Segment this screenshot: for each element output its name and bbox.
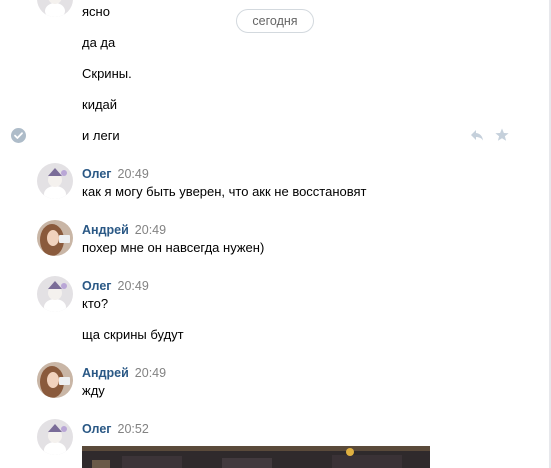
author-name[interactable]: Олег: [82, 422, 112, 436]
message-text: и леги: [82, 128, 120, 143]
author-name[interactable]: Олег: [82, 167, 112, 181]
message-text: похер мне он навсегда нужен): [82, 240, 265, 255]
avatar[interactable]: [37, 362, 73, 398]
message-time[interactable]: 20:49: [118, 167, 149, 181]
message-text: да да: [82, 35, 116, 50]
avatar[interactable]: [37, 0, 73, 17]
image-attachment[interactable]: [82, 446, 430, 468]
message-author: Олег 20:52: [82, 422, 149, 436]
avatar[interactable]: [37, 220, 73, 256]
author-name[interactable]: Андрей: [82, 366, 129, 380]
message-time[interactable]: 20:49: [135, 366, 166, 380]
check-circle-icon: [11, 128, 26, 143]
message-author: Андрей 20:49: [82, 223, 166, 237]
avatar[interactable]: [37, 419, 73, 455]
author-name[interactable]: Олег: [82, 279, 112, 293]
message-text: кидай: [82, 97, 118, 112]
message-time[interactable]: 20:49: [118, 279, 149, 293]
message-time[interactable]: 20:52: [118, 422, 149, 436]
author-name[interactable]: Андрей: [82, 223, 129, 237]
message-text: ясно: [82, 4, 110, 19]
message-text: кто?: [82, 296, 109, 311]
message-text: жду: [82, 383, 105, 398]
avatar[interactable]: [37, 163, 73, 199]
message-text: Скрины.: [82, 66, 132, 81]
reply-icon[interactable]: [469, 127, 485, 143]
message-author: Олег 20:49: [82, 167, 149, 181]
message-time[interactable]: 20:49: [135, 223, 166, 237]
avatar[interactable]: [37, 276, 73, 312]
star-icon[interactable]: [494, 127, 510, 143]
message-text: ща скрины будут: [82, 327, 184, 342]
date-divider[interactable]: сегодня: [236, 9, 314, 33]
message-author: Андрей 20:49: [82, 366, 166, 380]
message-author: Олег 20:49: [82, 279, 149, 293]
message-text: как я могу быть уверен, что акк не восст…: [82, 184, 367, 199]
